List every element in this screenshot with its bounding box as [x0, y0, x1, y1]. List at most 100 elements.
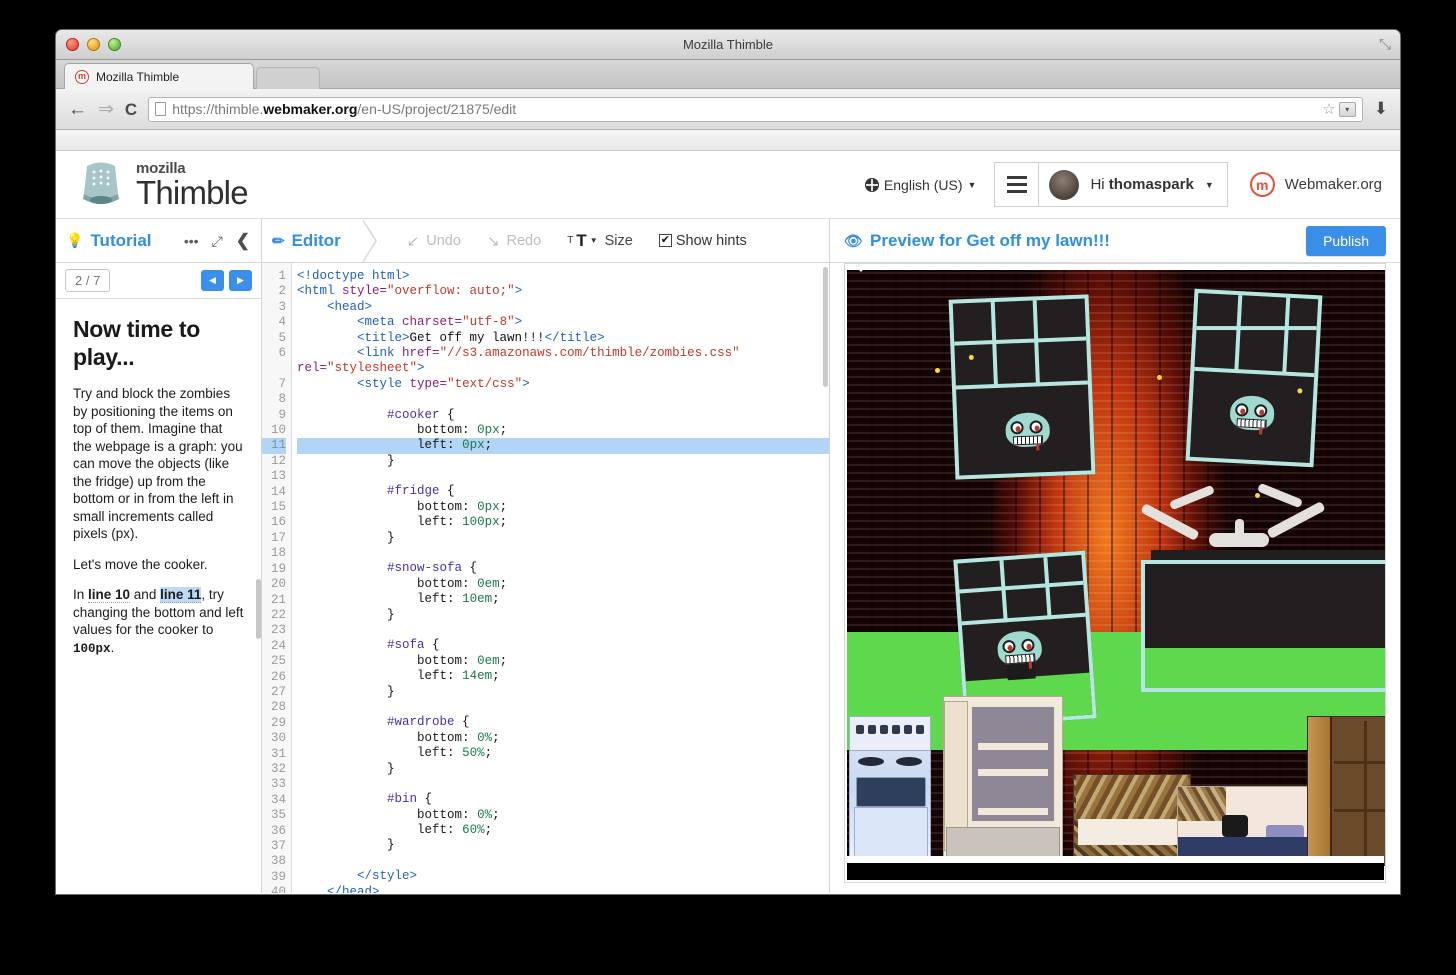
code-line[interactable]: #wardrobe {	[297, 715, 829, 730]
code-line[interactable]: #bin {	[297, 792, 829, 807]
back-icon[interactable]: ←	[68, 100, 87, 119]
window-close-button[interactable]	[66, 38, 79, 51]
line-number: 24	[262, 639, 286, 654]
code-line[interactable]: }	[297, 685, 829, 700]
browser-navbar: ← ⇒ C https://thimble.webmaker.org/en-US…	[56, 89, 1400, 130]
language-selector[interactable]: English (US) ▼	[865, 177, 977, 193]
code-line[interactable]: left: 60%;	[297, 823, 829, 838]
code-line[interactable]: }	[297, 608, 829, 623]
more-options-icon[interactable]: •••	[184, 234, 199, 248]
undo-label: Undo	[426, 233, 461, 249]
code-editor[interactable]: 1234567891011121314151617181920212223242…	[262, 263, 829, 893]
code-line[interactable]	[297, 700, 829, 715]
code-line[interactable]: }	[297, 531, 829, 546]
line-number: 1	[262, 269, 286, 284]
code-line[interactable]	[297, 777, 829, 792]
wardrobe-object[interactable]	[1307, 716, 1386, 866]
code-line[interactable]	[297, 546, 829, 561]
editor-pane: ✏ Editor ↙ Undo ↘ Redo	[262, 219, 830, 893]
editor-scrollbar[interactable]	[823, 267, 828, 387]
code-line[interactable]	[297, 469, 829, 484]
browser-tab-inactive[interactable]	[256, 67, 320, 89]
line-number: 6	[262, 346, 286, 377]
reload-icon[interactable]: C	[125, 101, 137, 118]
code-line[interactable]: bottom: 0%;	[297, 731, 829, 746]
eye-icon: 👁	[844, 232, 863, 250]
code-line[interactable]: <meta charset="utf-8">	[297, 315, 829, 330]
publish-button[interactable]: Publish	[1306, 226, 1386, 256]
tutorial-next-button[interactable]: ▶	[229, 270, 252, 291]
webmaker-link[interactable]: m Webmaker.org	[1250, 172, 1382, 197]
code-line[interactable]: bottom: 0em;	[297, 654, 829, 669]
tutorial-prev-button[interactable]: ◀	[201, 270, 224, 291]
code-line[interactable]: left: 50%;	[297, 746, 829, 761]
font-size-control[interactable]: T T ▼ Size	[567, 231, 633, 251]
cooker-object[interactable]	[849, 716, 931, 866]
tutorial-line11-ref[interactable]: line 11	[160, 587, 201, 603]
sofa-object[interactable]	[1073, 774, 1191, 866]
tutorial-line10-ref[interactable]: line 10	[88, 587, 130, 603]
collapse-left-icon[interactable]: ❮	[236, 232, 250, 249]
code-line[interactable]	[297, 392, 829, 407]
code-line[interactable]: bottom: 0px;	[297, 423, 829, 438]
code-line[interactable]: left: 10em;	[297, 592, 829, 607]
fridge-object[interactable]	[943, 696, 1063, 866]
code-line[interactable]: <title>Get off my lawn!!!</title>	[297, 331, 829, 346]
show-hints-toggle[interactable]: ✔ Show hints	[659, 233, 747, 249]
code-line[interactable]: <!doctype html>	[297, 269, 829, 284]
star-icon[interactable]: ☆	[1322, 100, 1335, 118]
user-menu[interactable]: Hi thomaspark ▼	[1039, 162, 1227, 207]
menu-button[interactable]	[994, 162, 1039, 207]
thimble-brand[interactable]: mozilla Thimble	[78, 160, 248, 210]
chevron-down-icon[interactable]: ▾	[1339, 102, 1356, 117]
preview-stage[interactable]: ☢	[847, 270, 1386, 866]
line-number: 31	[262, 747, 286, 762]
tutorial-title-group[interactable]: 💡 Tutorial	[56, 231, 152, 251]
snow-sofa-object[interactable]	[1177, 786, 1323, 866]
code-line[interactable]: #snow-sofa {	[297, 561, 829, 576]
redo-button[interactable]: ↘ Redo	[487, 232, 541, 250]
window-minimize-button[interactable]	[87, 38, 100, 51]
download-icon[interactable]: ⬇	[1374, 99, 1388, 119]
address-bar[interactable]: https://thimble.webmaker.org/en-US/proje…	[148, 97, 1363, 122]
editor-title-group[interactable]: ✏ Editor	[272, 231, 341, 251]
bookmark-controls: ☆ ▾	[1322, 100, 1355, 118]
webmaker-logo-icon: m	[1250, 172, 1275, 197]
code-line[interactable]: }	[297, 762, 829, 777]
code-line[interactable]: left: 14em;	[297, 669, 829, 684]
tutorial-scrollbar[interactable]	[256, 579, 261, 639]
resize-icon[interactable]: ⤡	[1374, 34, 1396, 56]
code-line[interactable]: left: 100px;	[297, 515, 829, 530]
line-number: 18	[262, 546, 286, 561]
code-line[interactable]: bottom: 0%;	[297, 808, 829, 823]
code-line[interactable]: </head>	[297, 885, 829, 893]
code-line[interactable]: #cooker {	[297, 408, 829, 423]
browser-tab-active[interactable]: m Mozilla Thimble	[64, 63, 254, 89]
forward-icon[interactable]: ⇒	[98, 100, 114, 119]
redo-icon: ↘	[487, 232, 500, 250]
code-content[interactable]: <!doctype html><html style="overflow: au…	[292, 263, 829, 893]
line-number: 32	[262, 762, 286, 777]
browser-tab-label: Mozilla Thimble	[96, 70, 179, 84]
code-line[interactable]: <style type="text/css">	[297, 377, 829, 392]
code-line[interactable]: <link href="//s3.amazonaws.com/thimble/z…	[297, 346, 829, 377]
window-maximize-button[interactable]	[108, 38, 121, 51]
code-line[interactable]: #sofa {	[297, 638, 829, 653]
code-line[interactable]	[297, 854, 829, 869]
code-line[interactable]: </style>	[297, 869, 829, 884]
code-line[interactable]: bottom: 0em;	[297, 577, 829, 592]
code-line[interactable]: <head>	[297, 300, 829, 315]
code-line[interactable]: <html style="overflow: auto;">	[297, 284, 829, 299]
code-line[interactable]	[297, 623, 829, 638]
undo-button[interactable]: ↙ Undo	[407, 232, 461, 250]
bookmarks-bar	[56, 130, 1400, 151]
tutorial-paragraph-3: In line 10 and line 11, try changing the…	[73, 586, 244, 658]
code-line[interactable]: bottom: 0px;	[297, 500, 829, 515]
thimble-app: mozilla Thimble English (US) ▼ Hi th	[56, 151, 1400, 893]
preview-frame[interactable]: ☢	[844, 263, 1386, 883]
code-line[interactable]: #fridge {	[297, 484, 829, 499]
code-line[interactable]: left: 0px;	[297, 438, 829, 453]
code-line[interactable]: }	[297, 454, 829, 469]
expand-icon[interactable]: ⤢	[212, 234, 223, 248]
code-line[interactable]: }	[297, 838, 829, 853]
